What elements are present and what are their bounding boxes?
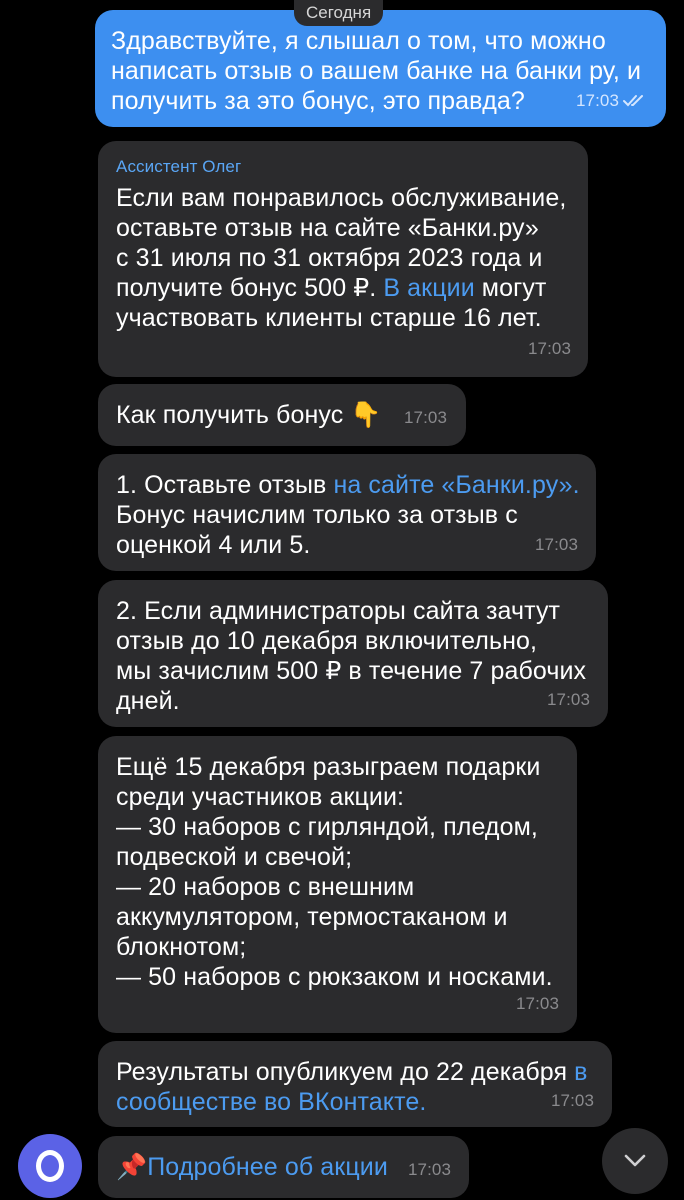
message-text-line: — 20 наборов с внешним [116, 873, 415, 901]
scroll-down-button[interactable] [602, 1128, 668, 1194]
message-text-line: Как получить бонус 👇 [116, 400, 448, 430]
text-fragment: получите бонус 500 ₽. [116, 274, 384, 302]
message-text-line: мы зачислим 500 ₽ в течение 7 рабочих [116, 657, 587, 685]
vk-community-link[interactable]: сообществе во ВКонтакте. [116, 1088, 426, 1116]
banki-ru-link[interactable]: на сайте «Банки.ру». [333, 471, 579, 499]
message-text-line: оценкой 4 или 5. [116, 531, 311, 559]
chat-history[interactable]: Сегодня Здравствуйте, я слышал о том, чт… [0, 0, 684, 1200]
message-time: 17:03 [516, 994, 560, 1013]
promo-details-link[interactable]: Подробнее об акции [147, 1153, 388, 1181]
message-text-line: Здравствуйте, я слышал о том, что можно [111, 27, 606, 55]
message-text: Как получить бонус [116, 401, 344, 429]
incoming-message[interactable]: Ассистент Олег Если вам понравилось обсл… [98, 141, 588, 377]
message-text-line: 2. Если администраторы сайта зачтут [116, 597, 561, 625]
chevron-down-icon [624, 1154, 646, 1167]
message-text-line: подвеской и свечой; [116, 843, 353, 871]
avatar-ring-shape [36, 1150, 64, 1182]
vk-community-link[interactable]: в [574, 1058, 587, 1086]
message-time: 17:03 [576, 91, 620, 110]
message-time: 17:03 [528, 339, 572, 358]
message-text-line: Результаты опубликуем до 22 декабря в [116, 1057, 594, 1087]
message-text-line: 1. Оставьте отзыв на сайте «Банки.ру». [116, 470, 580, 500]
incoming-message[interactable]: 1. Оставьте отзыв на сайте «Банки.ру». Б… [98, 454, 596, 571]
message-text-line: аккумулятором, термостаканом и [116, 903, 508, 931]
incoming-message[interactable]: Ещё 15 декабря разыграем подарки среди у… [98, 736, 577, 1033]
message-time: 17:03 [404, 408, 448, 427]
message-text-line: — 30 наборов с гирляндой, пледом, [116, 813, 538, 841]
message-text-line: Если вам понравилось обслуживание, [116, 184, 567, 212]
message-text-line: Бонус начислим только за отзыв с [116, 501, 518, 529]
double-check-icon [623, 93, 647, 113]
text-fragment: могут [474, 274, 547, 302]
message-text-line: среди участников акции: [116, 783, 405, 811]
text-fragment: Результаты опубликуем до 22 декабря [116, 1058, 575, 1086]
message-text-line: оставьте отзыв на сайте «Банки.ру» [116, 214, 539, 242]
sender-name: Ассистент Олег [116, 157, 242, 176]
message-text-line: с 31 июля по 31 октября 2023 года и [116, 244, 543, 272]
message-time: 17:03 [535, 535, 579, 554]
pointing-down-emoji: 👇 [350, 401, 382, 429]
promo-link[interactable]: В акции [383, 274, 474, 302]
message-text-line: отзыв до 10 декабря включительно, [116, 627, 538, 655]
incoming-message[interactable]: 📌Подробнее об акции 17:03 [98, 1136, 469, 1198]
message-time: 17:03 [551, 1091, 595, 1110]
message-text-line: 📌Подробнее об акции [116, 1152, 451, 1182]
incoming-message[interactable]: 2. Если администраторы сайта зачтут отзы… [98, 580, 608, 727]
message-text-line: блокнотом; [116, 933, 247, 961]
incoming-message[interactable]: Результаты опубликуем до 22 декабря в со… [98, 1041, 612, 1127]
message-time: 17:03 [547, 690, 591, 709]
outgoing-message[interactable]: Здравствуйте, я слышал о том, что можно … [95, 10, 666, 127]
bot-avatar-icon[interactable] [18, 1134, 82, 1198]
message-text-line: Ещё 15 декабря разыграем подарки [116, 753, 541, 781]
date-divider: Сегодня [294, 0, 384, 26]
incoming-message[interactable]: Как получить бонус 👇 17:03 [98, 384, 466, 446]
message-text-line: дней. [116, 687, 180, 715]
message-text-line: получить за это бонус, это правда? [111, 87, 525, 115]
pin-emoji: 📌 [116, 1153, 148, 1181]
message-text-line: сообществе во ВКонтакте. [116, 1087, 594, 1117]
message-text-line: — 50 наборов с рюкзаком и носками. [116, 963, 553, 991]
message-meta: 17:03 [576, 91, 647, 113]
message-text-line: участвовать клиенты старше 16 лет. [116, 304, 542, 332]
message-text-line: получите бонус 500 ₽. В акции могут [116, 273, 570, 303]
text-fragment: 1. Оставьте отзыв [116, 471, 334, 499]
message-time: 17:03 [408, 1160, 452, 1179]
message-text-line: написать отзыв о вашем банке на банки ру… [111, 57, 642, 85]
